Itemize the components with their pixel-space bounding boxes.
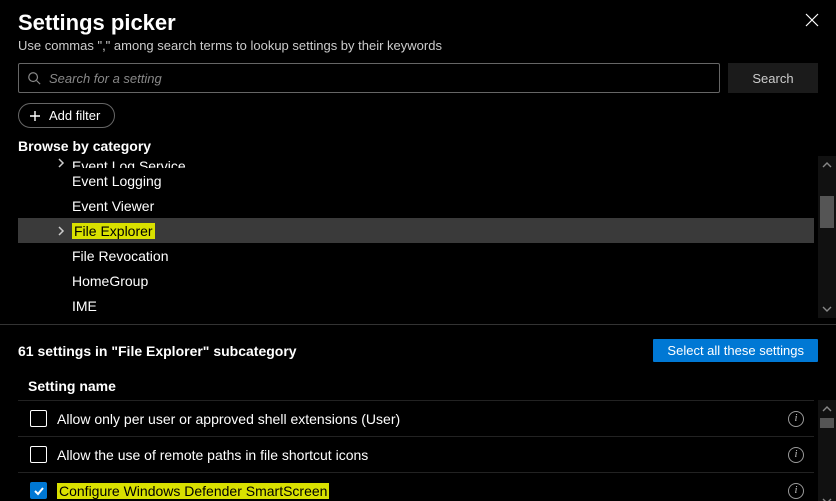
tree-item[interactable]: File Revocation — [18, 243, 814, 268]
subcategory-count: 61 settings in "File Explorer" subcatego… — [18, 343, 653, 359]
tree-item-label: HomeGroup — [72, 273, 148, 289]
scroll-thumb[interactable] — [820, 418, 834, 428]
chevron-right-icon — [56, 158, 66, 168]
tree-item[interactable]: IME — [18, 293, 814, 318]
tree-item-label: Event Logging — [72, 173, 162, 189]
info-icon[interactable]: i — [788, 483, 804, 499]
column-header-name: Setting name — [0, 370, 836, 400]
search-input[interactable] — [49, 71, 711, 86]
scroll-up-icon[interactable] — [818, 400, 836, 418]
info-icon[interactable]: i — [788, 447, 804, 463]
tree-scrollbar[interactable] — [818, 156, 836, 318]
checkbox[interactable] — [30, 410, 47, 427]
tree-item[interactable]: File Explorer — [18, 218, 814, 243]
setting-label: Allow the use of remote paths in file sh… — [57, 447, 368, 463]
category-tree[interactable]: Event Log Service Event Logging Event View… — [18, 156, 814, 318]
close-icon — [805, 13, 819, 27]
setting-label: Allow only per user or approved shell ex… — [57, 411, 400, 427]
tree-item[interactable]: Event Logging — [18, 168, 814, 193]
settings-list[interactable]: Allow only per user or approved shell ex… — [18, 400, 814, 501]
tree-item[interactable]: Event Log Service — [18, 156, 814, 168]
setting-label: Configure Windows Defender SmartScreen — [57, 483, 329, 499]
add-filter-label: Add filter — [49, 108, 100, 123]
page-title: Settings picker — [18, 10, 818, 36]
page-subtitle: Use commas "," among search terms to loo… — [18, 38, 818, 53]
tree-item-label: File Explorer — [72, 223, 155, 239]
tree-item-label: Event Viewer — [72, 198, 154, 214]
scroll-up-icon[interactable] — [818, 156, 836, 174]
tree-item[interactable]: HomeGroup — [18, 268, 814, 293]
browse-label: Browse by category — [0, 134, 836, 156]
tree-item-label: File Revocation — [72, 248, 169, 264]
setting-row[interactable]: Allow only per user or approved shell ex… — [18, 400, 814, 436]
tree-item-label: Event Log Service — [72, 158, 186, 168]
chevron-right-icon — [56, 226, 66, 236]
check-icon — [33, 485, 45, 497]
close-button[interactable] — [802, 10, 822, 30]
search-field-wrap[interactable] — [18, 63, 720, 93]
search-button[interactable]: Search — [728, 63, 818, 93]
add-filter-button[interactable]: Add filter — [18, 103, 115, 128]
setting-row[interactable]: Configure Windows Defender SmartScreen i — [18, 472, 814, 501]
checkbox[interactable] — [30, 482, 47, 499]
select-all-button[interactable]: Select all these settings — [653, 339, 818, 362]
search-icon — [27, 71, 41, 85]
scroll-down-icon[interactable] — [818, 300, 836, 318]
tree-item[interactable]: Event Viewer — [18, 193, 814, 218]
info-icon[interactable]: i — [788, 411, 804, 427]
settings-scrollbar[interactable] — [818, 400, 836, 501]
scroll-thumb[interactable] — [820, 196, 834, 228]
setting-row[interactable]: Allow the use of remote paths in file sh… — [18, 436, 814, 472]
scroll-down-icon[interactable] — [818, 492, 836, 501]
plus-icon — [29, 110, 41, 122]
checkbox[interactable] — [30, 446, 47, 463]
tree-item-label: IME — [72, 298, 97, 314]
